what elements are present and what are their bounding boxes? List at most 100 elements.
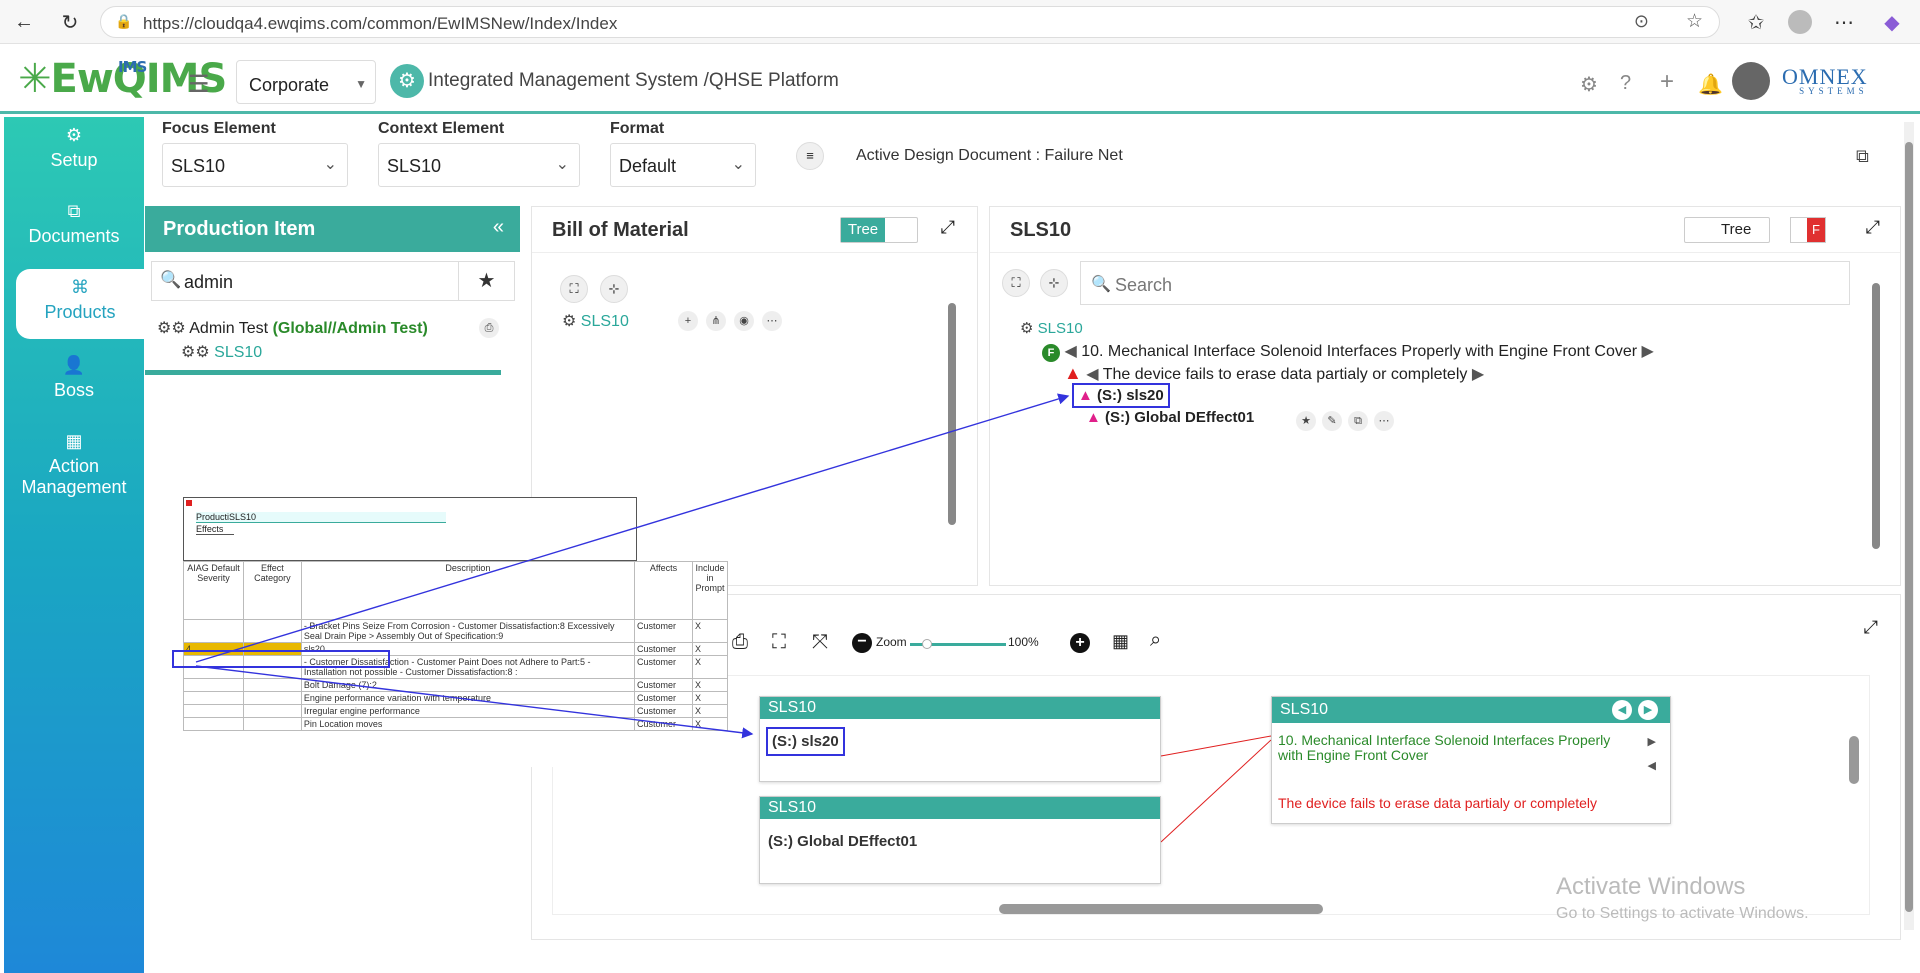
chevron-left-icon[interactable]: ◀ bbox=[1612, 700, 1632, 720]
fit-screen-icon[interactable]: ⛶ bbox=[1002, 269, 1030, 297]
copy-icon[interactable]: ⧉ bbox=[1348, 411, 1368, 431]
chevron-right-icon[interactable]: ▶ bbox=[1472, 366, 1484, 383]
tree-toggle[interactable]: Tree bbox=[840, 217, 918, 243]
node-header: SLS10 bbox=[1272, 697, 1670, 723]
star-icon[interactable]: ★ bbox=[1296, 411, 1316, 431]
search-zoom-icon[interactable]: ⌕ bbox=[1150, 629, 1161, 652]
add-icon[interactable]: + bbox=[1660, 68, 1674, 96]
products-icon: ⌘ bbox=[71, 277, 89, 297]
chevron-left-icon[interactable]: ◀ bbox=[1086, 366, 1098, 383]
favorites-icon[interactable]: ✩ bbox=[1742, 8, 1770, 36]
nav-action-management[interactable]: ▦ Action Management bbox=[4, 431, 144, 498]
copy-window-icon[interactable]: ⧉ bbox=[1856, 146, 1869, 167]
vertical-scrollbar[interactable] bbox=[948, 303, 956, 525]
context-element-select[interactable]: SLS10 ⌄ bbox=[378, 143, 580, 187]
shrink-icon[interactable]: ⊹ bbox=[600, 275, 628, 303]
f-toggle[interactable]: F bbox=[1790, 217, 1826, 243]
nav-setup[interactable]: ⚙ Setup bbox=[4, 125, 144, 171]
chevron-right-icon[interactable]: ▶ bbox=[1648, 735, 1656, 748]
grid-icon[interactable]: ▦ bbox=[1112, 631, 1129, 652]
zoom-slider[interactable] bbox=[910, 639, 1006, 649]
profile-icon[interactable] bbox=[1786, 8, 1814, 36]
reload-icon[interactable]: ↻ bbox=[56, 8, 84, 36]
overlay-header-line1: ProductiSLS10 bbox=[196, 512, 446, 523]
reader-icon[interactable]: ⊙ bbox=[1634, 11, 1649, 32]
function-node[interactable]: F ◀ 10. Mechanical Interface Solenoid In… bbox=[1042, 341, 1654, 362]
print-icon[interactable]: ⎙ bbox=[732, 631, 748, 654]
expand-icon[interactable]: ⤢ bbox=[941, 217, 955, 238]
tree-search-field[interactable]: 🔍 Search bbox=[1080, 261, 1850, 305]
address-bar[interactable]: 🔒 https://cloudqa4.ewqims.com/common/EwI… bbox=[100, 6, 1720, 38]
failure-node[interactable]: ▲ ◀ The device fails to erase data parti… bbox=[1064, 363, 1484, 384]
chevron-left-icon[interactable]: ◀ bbox=[1648, 759, 1656, 772]
hierarchy-icon[interactable]: ⋔ bbox=[706, 311, 726, 331]
gears-icon: ⚙ bbox=[1020, 320, 1034, 337]
expand-icon[interactable]: ⤢ bbox=[1864, 617, 1878, 638]
nav-documents[interactable]: ⧉ Documents bbox=[4, 201, 144, 247]
tree-child-sls10[interactable]: ⚙⚙ SLS10 bbox=[181, 342, 262, 362]
active-document-label: Active Design Document : Failure Net bbox=[856, 147, 1123, 164]
nav-products[interactable]: ⌘ Products bbox=[16, 269, 144, 339]
diagram-node-global-deffect01[interactable]: SLS10 (S:) Global DEffect01 bbox=[759, 796, 1161, 884]
help-icon[interactable]: ? bbox=[1620, 72, 1631, 95]
zoom-out-icon[interactable]: − bbox=[852, 633, 872, 653]
tree-toggle[interactable]: Tree bbox=[1684, 217, 1770, 243]
bell-icon[interactable]: 🔔 bbox=[1698, 72, 1723, 97]
layers-icon[interactable]: ≡ bbox=[796, 142, 824, 170]
favorite-star-icon[interactable]: ☆ bbox=[1686, 10, 1703, 33]
add-icon[interactable]: + bbox=[678, 311, 698, 331]
search-input[interactable]: admin bbox=[184, 272, 233, 293]
shrink-icon[interactable]: ⊹ bbox=[1040, 269, 1068, 297]
collapse-icon[interactable]: « bbox=[493, 216, 504, 239]
hamburger-menu-icon[interactable]: ☰ bbox=[188, 70, 210, 99]
effect-node-sls20[interactable]: ▲ (S:) sls20 bbox=[1072, 383, 1170, 408]
fit-icon[interactable]: ⤧ bbox=[812, 631, 828, 654]
tree-root-sls10[interactable]: ⚙ SLS10 bbox=[1020, 319, 1083, 337]
fullscreen-icon[interactable]: ⛶ bbox=[772, 631, 786, 654]
left-navigation: ⚙ Setup ⧉ Documents ⌘ Products 👤 Boss ▦ Actio… bbox=[4, 117, 144, 973]
corporate-select[interactable]: Corporate ▼ bbox=[236, 60, 376, 104]
chevron-right-icon[interactable]: ▶ bbox=[1642, 343, 1654, 360]
horizontal-scrollbar[interactable] bbox=[145, 370, 501, 375]
page-scrollbar-thumb[interactable] bbox=[1905, 142, 1913, 912]
settings-icon[interactable]: ⚙ bbox=[1580, 72, 1598, 97]
format-select[interactable]: Default ⌄ bbox=[610, 143, 756, 187]
diagram-node-function-failure[interactable]: SLS10 ◀ ▶ 10. Mechanical Interface Solen… bbox=[1271, 696, 1671, 824]
avatar[interactable] bbox=[1732, 62, 1770, 100]
export-icon[interactable]: ⎙ bbox=[479, 318, 499, 338]
platform-gear-icon: ⚙ bbox=[390, 64, 424, 98]
horizontal-scrollbar[interactable] bbox=[999, 904, 1323, 914]
more-icon[interactable]: ⋯ bbox=[1374, 411, 1394, 431]
view-icon[interactable]: ◉ bbox=[734, 311, 754, 331]
chevron-right-icon[interactable]: ▶ bbox=[1638, 700, 1658, 720]
copilot-icon[interactable]: ◆ bbox=[1878, 8, 1906, 36]
chevron-left-icon[interactable]: ◀ bbox=[1064, 343, 1076, 360]
back-icon[interactable]: ← bbox=[10, 8, 38, 36]
format-label: Format bbox=[610, 120, 665, 137]
more-icon[interactable]: ⋯ bbox=[762, 311, 782, 331]
vertical-scrollbar[interactable] bbox=[1849, 736, 1859, 784]
effects-table-overlay: ProductiSLS10 Effects AIAG Default Sever… bbox=[183, 497, 729, 767]
panel-title: SLS10 bbox=[1010, 219, 1072, 241]
chevron-down-icon: ⌄ bbox=[555, 156, 569, 173]
bom-item-sls10[interactable]: ⚙ SLS10 bbox=[562, 311, 629, 331]
edit-icon[interactable]: ✎ bbox=[1322, 411, 1342, 431]
lock-icon: 🔒 bbox=[115, 13, 133, 29]
favorite-filter-star-icon[interactable]: ★ bbox=[458, 262, 514, 300]
panel-title: Production Item bbox=[163, 218, 316, 240]
vertical-scrollbar[interactable] bbox=[1872, 283, 1880, 549]
more-icon[interactable]: ⋯ bbox=[1830, 8, 1858, 36]
sls10-header: SLS10 Tree F ⤢ bbox=[990, 207, 1900, 253]
chevron-down-icon: ⌄ bbox=[323, 156, 337, 173]
effect-node-global-deffect01[interactable]: ▲ (S:) Global DEffect01 bbox=[1086, 409, 1254, 426]
fit-screen-icon[interactable]: ⛶ bbox=[560, 275, 588, 303]
page-scrollbar-track[interactable] bbox=[1904, 122, 1914, 930]
column-header: Description bbox=[300, 561, 636, 620]
zoom-in-icon[interactable]: + bbox=[1070, 633, 1090, 653]
focus-element-select[interactable]: SLS10 ⌄ bbox=[162, 143, 348, 187]
expand-icon[interactable]: ⤢ bbox=[1866, 217, 1880, 238]
diagram-node-sls20[interactable]: SLS10 (S:) sls20 bbox=[759, 696, 1161, 782]
tree-root-item[interactable]: ⚙⚙ Admin Test (Global//Admin Test) bbox=[157, 318, 428, 338]
nav-boss[interactable]: 👤 Boss bbox=[4, 355, 144, 401]
browser-toolbar: ← ↻ 🔒 https://cloudqa4.ewqims.com/common… bbox=[0, 0, 1920, 44]
